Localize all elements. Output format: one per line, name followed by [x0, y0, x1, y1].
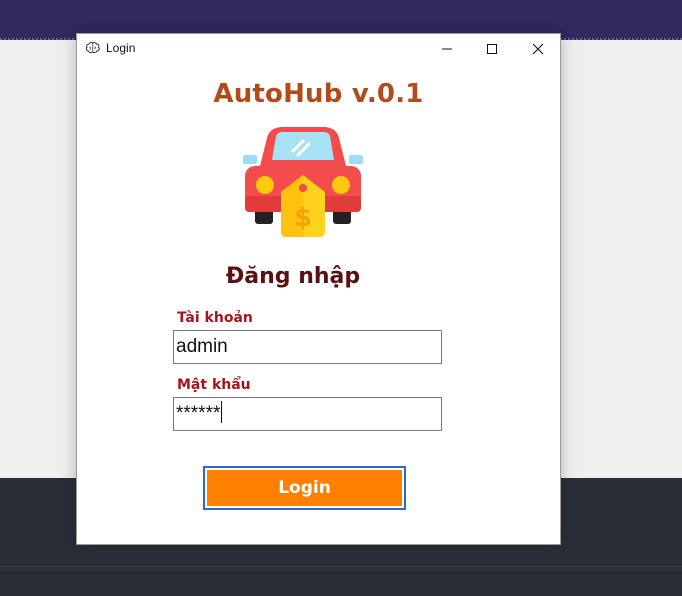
background-divider [0, 566, 682, 567]
login-window: Login AutoHub v.0.1 $ Đăng nhập Tài khoả… [76, 33, 561, 545]
close-button[interactable] [515, 34, 561, 64]
username-field[interactable]: admin [173, 330, 442, 364]
background-divider [0, 572, 682, 573]
text-caret [221, 400, 223, 423]
maximize-icon [487, 44, 497, 54]
brain-icon [85, 41, 100, 54]
close-icon [532, 43, 544, 55]
password-label: Mật khẩu [177, 377, 251, 393]
car-price-tag-icon: $ [243, 127, 363, 237]
maximize-button[interactable] [469, 34, 515, 64]
password-value: ****** [176, 403, 221, 424]
login-button[interactable]: Login [203, 466, 406, 510]
window-title: Login [106, 41, 136, 55]
window-titlebar[interactable]: Login [77, 34, 560, 64]
login-button-label: Login [278, 478, 331, 498]
login-section-title: Đăng nhập [225, 264, 361, 289]
minimize-button[interactable] [424, 34, 470, 64]
username-value: admin [176, 336, 228, 357]
minimize-icon [442, 48, 452, 50]
app-name-heading: AutoHub v.0.1 [213, 79, 424, 109]
svg-text:$: $ [294, 203, 312, 233]
username-label: Tài khoản [177, 310, 253, 326]
password-field[interactable]: ****** [173, 397, 442, 431]
